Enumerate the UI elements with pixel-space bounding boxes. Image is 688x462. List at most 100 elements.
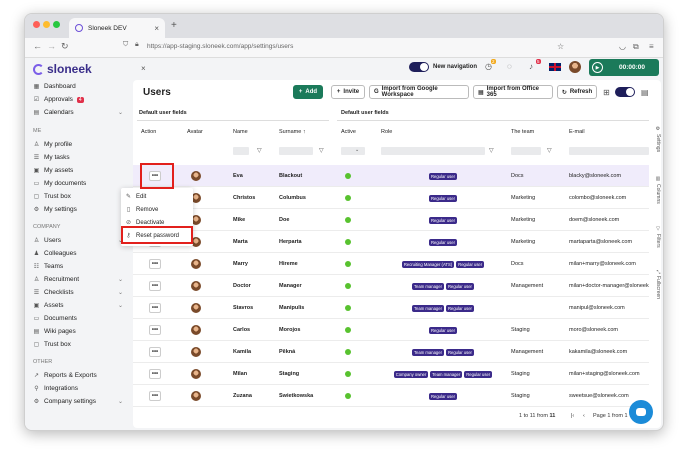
settings-tab[interactable]: ⚙ Settings [651, 126, 663, 166]
active-filter-select[interactable] [341, 147, 365, 155]
sidebar-item-documents[interactable]: ▭ Documents [33, 313, 123, 324]
support-chat-button[interactable] [629, 400, 653, 424]
new-tab-button[interactable]: + [171, 20, 177, 31]
bell-icon[interactable]: ♪ [529, 62, 533, 71]
sidebar-item-reports-exports[interactable]: ↗ Reports & Exports [33, 370, 123, 381]
row-actions-button[interactable]: ••• [149, 259, 161, 269]
sidebar-item-checklists[interactable]: ☰ Checklists ⌄ [33, 287, 123, 298]
menu-item-remove[interactable]: ▯ Remove [125, 204, 159, 215]
row-actions-button[interactable]: ••• [149, 325, 161, 335]
bookmark-star-icon[interactable]: ☆ [557, 42, 564, 51]
sidebar-item-calendars[interactable]: ▤ Calendars ⌄ [33, 107, 123, 118]
sidebar-item-wiki-pages[interactable]: ▤ Wiki pages [33, 326, 123, 337]
header-name[interactable]: Name [233, 129, 248, 135]
table-row[interactable]: •••MartaHerpartaRegular userMarketingmar… [133, 231, 649, 253]
sidebar-item-trust-box[interactable]: ▢ Trust box [33, 191, 123, 202]
refresh-button[interactable]: ↻ Refresh [557, 85, 597, 99]
table-row[interactable]: ••• Zuzana Swietkowska Regular user Staging s… [133, 385, 649, 407]
invite-button[interactable]: + Invite [331, 85, 365, 99]
table-row[interactable]: ••• Doctor Manager Team manager Regular user… [133, 275, 649, 297]
table-row[interactable]: ••• Marry Hireme Recruiting Manager (ATS) Re… [133, 253, 649, 275]
menu-item-edit[interactable]: ✎ Edit [125, 191, 146, 202]
pocket-icon[interactable]: ◡ [619, 42, 626, 51]
reload-icon[interactable]: ↻ [61, 41, 69, 52]
play-icon[interactable]: ▶ [592, 62, 603, 73]
minimize-window-icon[interactable] [43, 21, 50, 28]
header-avatar[interactable]: Avatar [187, 129, 203, 135]
close-window-icon[interactable] [33, 21, 40, 28]
filters-tab[interactable]: ▽ Filters [651, 226, 663, 262]
sidebar-item-my-assets[interactable]: ▣ My assets [33, 165, 123, 176]
table-row[interactable]: ••• Eva Blackout Regular user Docs blacky@slo… [133, 165, 649, 187]
surname-filter-input[interactable] [279, 147, 313, 155]
sidebar-item-approvals[interactable]: ☑ Approvals 4 [33, 94, 123, 105]
row-actions-button[interactable]: ••• [149, 281, 161, 291]
extensions-icon[interactable]: ⧉ [633, 42, 639, 52]
import-google-button[interactable]: G Import from Google Workspace [369, 85, 469, 99]
sidebar-item-assets[interactable]: ▣ Assets ⌄ [33, 300, 123, 311]
sidebar-item-colleagues[interactable]: ♟ Colleagues [33, 248, 123, 259]
sidebar-item-users[interactable]: ♙ Users ⌄ [33, 235, 123, 246]
grid-view-icon[interactable]: ⊞ [603, 88, 610, 97]
table-row[interactable]: ••• Carlos Morojos Regular user Staging moro@… [133, 319, 649, 341]
sidebar-item-recruitment[interactable]: ♙ Recruitment ⌄ [33, 274, 123, 285]
sidebar-item-my-tasks[interactable]: ☰ My tasks [33, 152, 123, 163]
import-office-button[interactable]: ▦ Import from Office 365 [473, 85, 553, 99]
filter-icon[interactable]: ▽ [319, 147, 324, 154]
row-actions-button[interactable]: ••• [149, 303, 161, 313]
menu-icon[interactable]: ≡ [649, 42, 654, 51]
user-avatar[interactable] [569, 61, 581, 73]
fullscreen-tab[interactable]: ⤢ Fullscreen [651, 270, 663, 316]
list-view-icon[interactable]: ▤ [641, 88, 649, 97]
shield-icon[interactable]: ⛉ [123, 41, 128, 49]
header-team[interactable]: The team [511, 129, 534, 135]
browser-tab[interactable]: Sloneek DEV × [69, 18, 165, 38]
table-row[interactable]: ••• Kamila Pěkná Team manager Regular user Ma… [133, 341, 649, 363]
columns-tab[interactable]: ▥ Columns [651, 176, 663, 216]
lock-icon[interactable]: 🔒︎ [135, 41, 139, 49]
sidebar-item-integrations[interactable]: ⚲ Integrations [33, 383, 123, 394]
sloneek-logo[interactable]: sloneek [33, 62, 92, 76]
table-row[interactable]: •••ChristosColumbusRegular userMarketing… [133, 187, 649, 209]
uk-flag-icon[interactable] [549, 63, 561, 71]
role-filter-input[interactable] [381, 147, 485, 155]
close-panel-icon[interactable]: × [141, 64, 146, 73]
name-filter-input[interactable] [233, 147, 249, 155]
sidebar-item-my-settings[interactable]: ⚙ My settings [33, 204, 123, 215]
time-tracker[interactable]: ▶ 00:00:00 [589, 59, 659, 76]
view-toggle[interactable] [615, 87, 635, 97]
sidebar-item-my-documents[interactable]: ▭ My documents [33, 178, 123, 189]
sidebar-item-dashboard[interactable]: ▦ Dashboard [33, 81, 123, 92]
sidebar-item-teams[interactable]: ☷ Teams [33, 261, 123, 272]
header-active[interactable]: Active [341, 129, 356, 135]
back-icon[interactable]: ← [33, 41, 42, 51]
header-email[interactable]: E-mail [569, 129, 585, 135]
filter-icon[interactable]: ▽ [489, 147, 494, 154]
prev-page-icon[interactable]: ‹ [583, 413, 585, 419]
filter-icon[interactable]: ▽ [257, 147, 262, 154]
row-actions-button[interactable]: ••• [149, 347, 161, 357]
email-filter-input[interactable] [569, 147, 649, 155]
team-filter-input[interactable] [511, 147, 541, 155]
table-row[interactable]: ••• Milan Staging Company owner Team manager… [133, 363, 649, 385]
filter-icon[interactable]: ▽ [547, 147, 552, 154]
tab-close-icon[interactable]: × [154, 24, 159, 33]
table-row[interactable]: ••• Stavros Manipulis Team manager Regular u… [133, 297, 649, 319]
header-action[interactable]: Action [141, 129, 156, 135]
maximize-window-icon[interactable] [53, 21, 60, 28]
row-actions-button[interactable]: ••• [149, 369, 161, 379]
sidebar-item-company-settings[interactable]: ⚙ Company settings ⌄ [33, 396, 123, 407]
table-row[interactable]: •••MikeDoeRegular userMarketingdoem@slon… [133, 209, 649, 231]
url-text[interactable]: https://app-staging.sloneek.com/app/sett… [147, 43, 293, 50]
sidebar-item-my-profile[interactable]: ♙ My profile [33, 139, 123, 150]
add-button[interactable]: + Add [293, 85, 323, 99]
chat-icon[interactable]: ◌ [507, 62, 512, 71]
header-surname[interactable]: Surname ↑ [279, 129, 306, 135]
first-page-icon[interactable]: |‹ [571, 413, 574, 419]
new-navigation-toggle[interactable] [409, 62, 429, 72]
ban-icon: ⊘ [125, 220, 132, 226]
row-actions-button[interactable]: ••• [149, 391, 161, 401]
forward-icon[interactable]: → [47, 41, 56, 51]
sidebar-item-company-trust-box[interactable]: ▢ Trust box [33, 339, 123, 350]
header-role[interactable]: Role [381, 129, 392, 135]
